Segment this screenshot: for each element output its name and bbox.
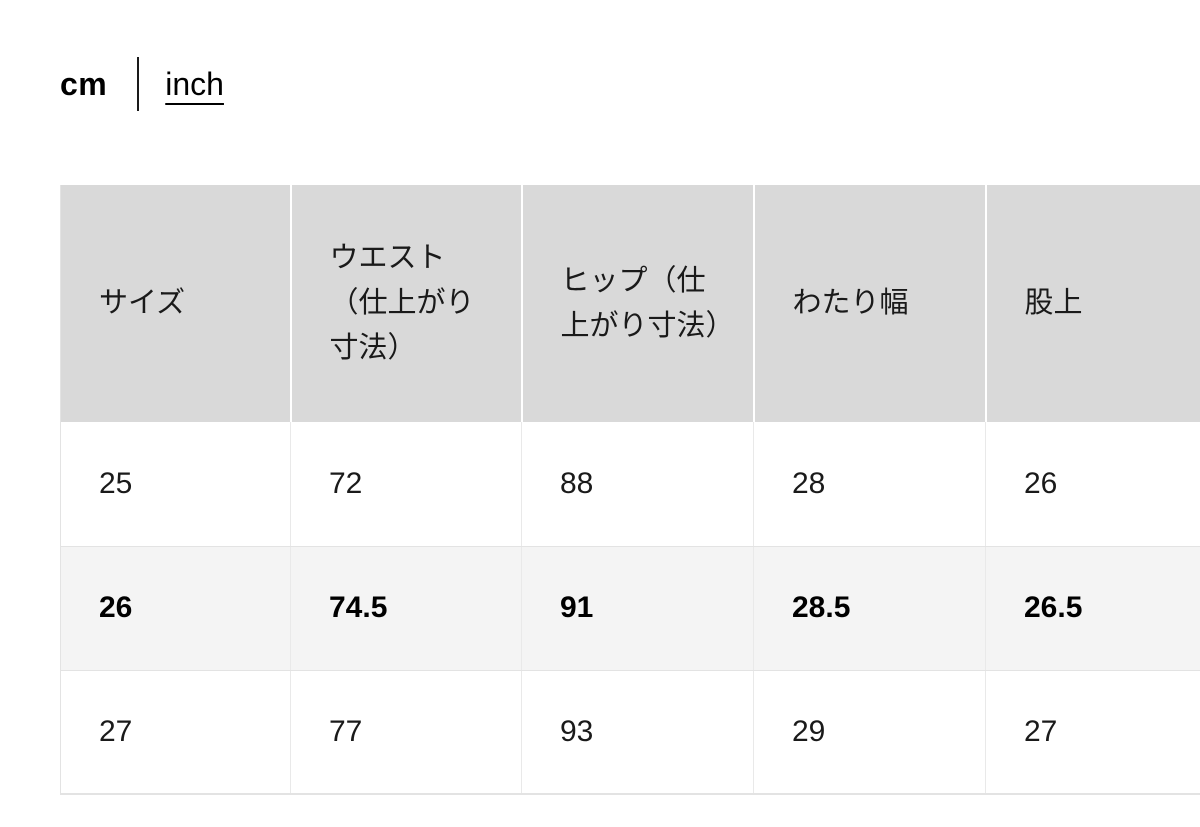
cell-rise: 26.5 [985, 546, 1200, 671]
column-header-thigh-width: わたり幅 [753, 185, 987, 422]
cell-thigh-width: 29 [753, 670, 986, 795]
cell-rise: 27 [985, 670, 1200, 795]
column-header-waist-label: ウエスト（仕上がり寸法） [329, 242, 475, 364]
table-row[interactable]: 27 77 93 29 27 [60, 670, 1200, 795]
column-header-hip-label: ヒップ（仕上がり寸法） [560, 264, 735, 342]
column-header-size: サイズ [60, 185, 292, 422]
cell-size: 27 [60, 670, 291, 795]
cell-thigh-width: 28.5 [753, 546, 986, 671]
cell-hip: 88 [521, 422, 754, 547]
cell-thigh-width: 28 [753, 422, 986, 547]
cell-waist: 77 [290, 670, 522, 795]
table-row[interactable]: 25 72 88 28 26 [60, 422, 1200, 547]
unit-option-inch[interactable]: inch [165, 68, 224, 100]
cell-waist: 72 [290, 422, 522, 547]
table-row-selected[interactable]: 26 74.5 91 28.5 26.5 [60, 546, 1200, 671]
unit-option-cm[interactable]: cm [60, 68, 107, 100]
size-table: サイズ ウエスト（仕上がり寸法） ヒップ（仕上がり寸法） わたり幅 股上 25 [60, 185, 1200, 795]
cell-rise: 26 [985, 422, 1200, 547]
cell-hip: 93 [521, 670, 754, 795]
cell-waist: 74.5 [290, 546, 522, 671]
size-chart: サイズ ウエスト（仕上がり寸法） ヒップ（仕上がり寸法） わたり幅 股上 25 [60, 185, 1200, 795]
header-row: サイズ ウエスト（仕上がり寸法） ヒップ（仕上がり寸法） わたり幅 股上 [60, 185, 1200, 422]
column-header-rise: 股上 [985, 185, 1200, 422]
table-body: 25 72 88 28 26 26 74.5 91 28.5 26.5 27 7… [60, 422, 1200, 795]
unit-toggle: cm inch [60, 54, 224, 114]
table-header: サイズ ウエスト（仕上がり寸法） ヒップ（仕上がり寸法） わたり幅 股上 [60, 185, 1200, 422]
cell-hip: 91 [521, 546, 754, 671]
cell-size: 26 [60, 546, 291, 671]
cell-size: 25 [60, 422, 291, 547]
column-header-rise-label: 股上 [1024, 287, 1083, 320]
column-header-size-label: サイズ [99, 287, 186, 320]
unit-divider [137, 57, 140, 111]
column-header-waist: ウエスト（仕上がり寸法） [290, 185, 523, 422]
column-header-thigh-width-label: わたり幅 [792, 287, 909, 320]
column-header-hip: ヒップ（仕上がり寸法） [521, 185, 755, 422]
